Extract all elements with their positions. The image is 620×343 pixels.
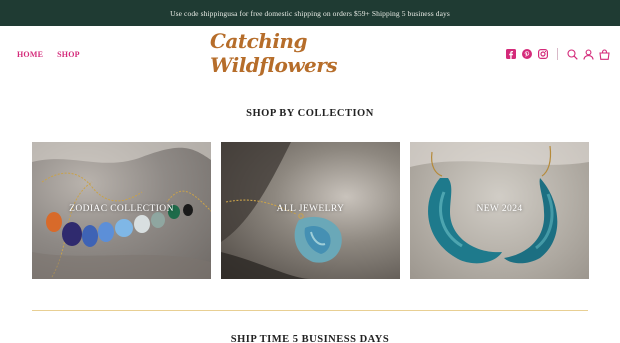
nav-home-link[interactable]: HOME xyxy=(17,50,43,59)
announcement-text: Use code shippingusa for free domestic s… xyxy=(170,8,450,18)
site-logo[interactable]: Catching Wildflowers xyxy=(210,29,410,77)
main-nav: HOME SHOP xyxy=(17,50,80,59)
instagram-icon[interactable] xyxy=(537,49,548,60)
icon-separator xyxy=(557,48,558,60)
collection-tile-new-2024[interactable]: NEW 2024 xyxy=(410,142,589,279)
collection-tile-zodiac[interactable]: ZODIAC COLLECTION xyxy=(32,142,211,279)
section-divider xyxy=(32,310,588,311)
search-icon[interactable] xyxy=(567,48,578,60)
header-icons xyxy=(505,48,610,60)
account-icon[interactable] xyxy=(583,48,594,60)
facebook-icon[interactable] xyxy=(505,49,516,60)
logo-text: Catching Wildflowers xyxy=(210,29,338,77)
nav-shop-link[interactable]: SHOP xyxy=(57,50,80,59)
announcement-bar: Use code shippingusa for free domestic s… xyxy=(0,0,620,26)
pinterest-icon[interactable] xyxy=(521,49,532,60)
collection-label: NEW 2024 xyxy=(476,204,523,214)
collection-tile-all-jewelry[interactable]: ALL JEWELRY xyxy=(221,142,400,279)
site-header: HOME SHOP Catching Wildflowers xyxy=(0,26,620,84)
shipping-heading: SHIP TIME 5 BUSINESS DAYS xyxy=(230,334,390,343)
collection-label: ZODIAC COLLECTION xyxy=(69,204,174,214)
collections-heading: SHOP BY COLLECTION xyxy=(246,108,374,119)
collection-label: ALL JEWELRY xyxy=(276,204,345,214)
cart-icon[interactable] xyxy=(599,48,610,60)
